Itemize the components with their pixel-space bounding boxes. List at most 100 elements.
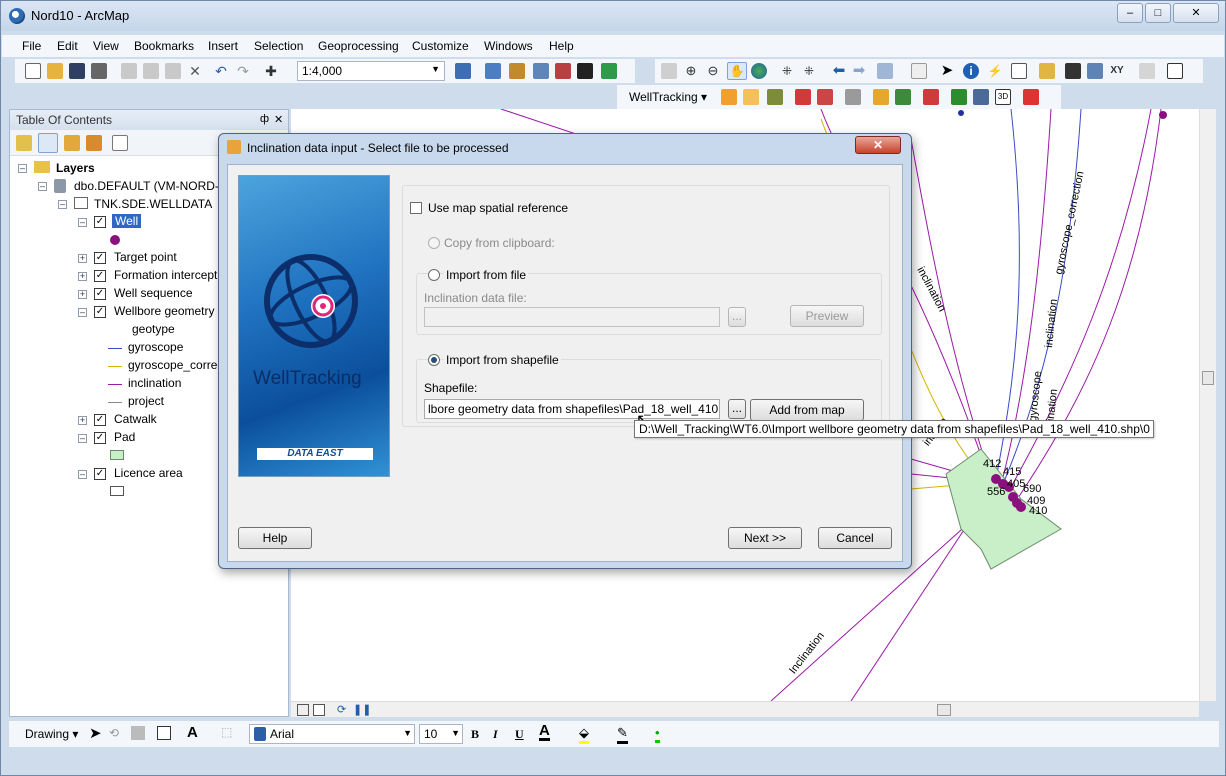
clear-selection-icon[interactable] <box>911 63 927 79</box>
italic-button[interactable]: I <box>493 727 498 742</box>
expand-icon[interactable]: + <box>78 416 87 425</box>
go-to-xy-icon[interactable]: XY <box>1109 63 1125 79</box>
wt-export-icon[interactable] <box>895 89 911 105</box>
menu-edit[interactable]: Edit <box>57 39 78 53</box>
bold-button[interactable]: B <box>471 727 479 742</box>
collapse-icon[interactable]: – <box>78 470 87 479</box>
wt-catwalk-icon[interactable] <box>767 89 783 105</box>
wt-section-icon[interactable] <box>973 89 989 105</box>
visibility-checkbox[interactable]: ✓ <box>94 270 106 282</box>
collapse-icon[interactable]: – <box>78 434 87 443</box>
identify-icon[interactable]: i <box>963 63 979 79</box>
list-by-selection-icon[interactable] <box>86 135 102 151</box>
menu-selection[interactable]: Selection <box>254 39 303 53</box>
menu-windows[interactable]: Windows <box>484 39 533 53</box>
full-extent-globe-icon[interactable] <box>751 63 767 79</box>
expand-icon[interactable]: + <box>78 290 87 299</box>
collapse-icon[interactable]: – <box>38 182 47 191</box>
menu-bookmarks[interactable]: Bookmarks <box>134 39 194 53</box>
welltracking-menu[interactable]: WellTracking ▾ <box>629 90 707 104</box>
add-data-icon[interactable]: ✚ <box>263 63 279 79</box>
pause-drawing-icon[interactable]: ❚❚ <box>353 703 371 716</box>
create-viewer-icon[interactable] <box>1167 63 1183 79</box>
data-view-icon[interactable] <box>297 704 309 716</box>
zoom-whole-page-icon[interactable] <box>131 726 145 740</box>
shapefile-browse-button[interactable]: ... <box>728 399 746 419</box>
next-button[interactable]: Next >> <box>728 527 802 549</box>
inclination-file-browse-button[interactable]: ... <box>728 307 746 327</box>
menu-file[interactable]: File <box>22 39 41 53</box>
zoom-out-icon[interactable]: ⊖ <box>705 63 721 79</box>
expand-icon[interactable]: + <box>78 254 87 263</box>
select-elements-icon[interactable]: ➤ <box>939 63 955 79</box>
menu-view[interactable]: View <box>93 39 119 53</box>
menu-customize[interactable]: Customize <box>412 39 469 53</box>
font-size-select[interactable]: 10 ▼ <box>419 724 463 744</box>
use-map-spatial-reference-checkbox[interactable] <box>410 202 422 214</box>
redo-icon[interactable]: ↷ <box>235 63 251 79</box>
underline-button[interactable]: U <box>515 727 524 742</box>
menu-help[interactable]: Help <box>549 39 574 53</box>
help-button[interactable]: Help <box>238 527 312 549</box>
wt-check-icon[interactable] <box>923 89 939 105</box>
time-slider-icon[interactable] <box>1139 63 1155 79</box>
refresh-icon[interactable]: ⟳ <box>337 703 346 716</box>
maximize-button[interactable]: □ <box>1145 3 1171 23</box>
map-horizontal-scrollbar[interactable]: ⟳ ❚❚ <box>291 701 1199 717</box>
wt-trajectory-icon[interactable] <box>817 89 833 105</box>
zoom-full-icon[interactable] <box>661 63 677 79</box>
cancel-button[interactable]: Cancel <box>818 527 892 549</box>
inclination-data-file-input[interactable] <box>424 307 720 327</box>
rectangle-icon[interactable] <box>157 726 171 740</box>
collapse-icon[interactable]: – <box>78 308 87 317</box>
select-features-icon[interactable] <box>877 63 893 79</box>
cut-icon[interactable] <box>121 63 137 79</box>
wt-import-icon[interactable] <box>873 89 889 105</box>
collapse-icon[interactable]: – <box>58 200 67 209</box>
zoom-in-icon[interactable]: ⊕ <box>683 63 699 79</box>
save-icon[interactable] <box>69 63 85 79</box>
drawing-menu[interactable]: Drawing ▾ <box>25 727 78 741</box>
wt-report-icon[interactable] <box>845 89 861 105</box>
wt-target-icon[interactable] <box>795 89 811 105</box>
catalog-icon[interactable] <box>509 63 525 79</box>
wt-pad-icon[interactable] <box>743 89 759 105</box>
arctoolbox-icon[interactable] <box>555 63 571 79</box>
dialog-close-button[interactable]: ✕ <box>855 136 901 154</box>
find-binoculars-icon[interactable] <box>1065 63 1081 79</box>
new-document-icon[interactable] <box>25 63 41 79</box>
delete-icon[interactable]: ✕ <box>187 63 203 79</box>
python-window-icon[interactable] <box>577 63 593 79</box>
map-scale-combobox[interactable]: 1:4,000 ▼ <box>297 61 445 81</box>
paste-icon[interactable] <box>165 63 181 79</box>
minimize-button[interactable]: – <box>1117 3 1143 23</box>
menu-geoprocessing[interactable]: Geoprocessing <box>318 39 399 53</box>
font-color-icon[interactable]: A <box>539 723 550 741</box>
visibility-checkbox[interactable]: ✓ <box>94 468 106 480</box>
visibility-checkbox[interactable]: ✓ <box>94 414 106 426</box>
text-icon[interactable]: A <box>187 724 198 741</box>
select-elements-icon[interactable]: ➤ <box>89 724 102 742</box>
visibility-checkbox[interactable]: ✓ <box>94 288 106 300</box>
table-of-contents-icon[interactable] <box>485 63 501 79</box>
pan-icon[interactable]: ✋ <box>727 62 747 80</box>
list-by-source-icon[interactable] <box>38 133 58 153</box>
search-window-icon[interactable] <box>533 63 549 79</box>
fill-color-icon[interactable]: ⬙ <box>579 725 589 744</box>
wt-3d-icon[interactable]: 3D <box>995 89 1011 105</box>
fixed-zoom-in-icon[interactable]: ⁜ <box>779 63 795 79</box>
import-from-shapefile-radio[interactable] <box>428 354 440 366</box>
scrollbar-thumb[interactable] <box>937 704 951 716</box>
menu-insert[interactable]: Insert <box>208 39 238 53</box>
wt-well-icon[interactable] <box>721 89 737 105</box>
collapse-icon[interactable]: – <box>78 218 87 227</box>
model-builder-icon[interactable] <box>601 63 617 79</box>
wt-help-icon[interactable] <box>1023 89 1039 105</box>
map-vertical-scrollbar[interactable] <box>1199 109 1216 701</box>
toc-close-icon[interactable]: ✕ <box>274 113 283 126</box>
forward-extent-icon[interactable]: ➡ <box>851 63 867 79</box>
font-family-select[interactable]: Arial ▼ <box>249 724 415 744</box>
close-button[interactable]: ✕ <box>1173 3 1219 23</box>
pin-icon[interactable]: ф <box>260 113 269 125</box>
undo-icon[interactable]: ↶ <box>213 63 229 79</box>
